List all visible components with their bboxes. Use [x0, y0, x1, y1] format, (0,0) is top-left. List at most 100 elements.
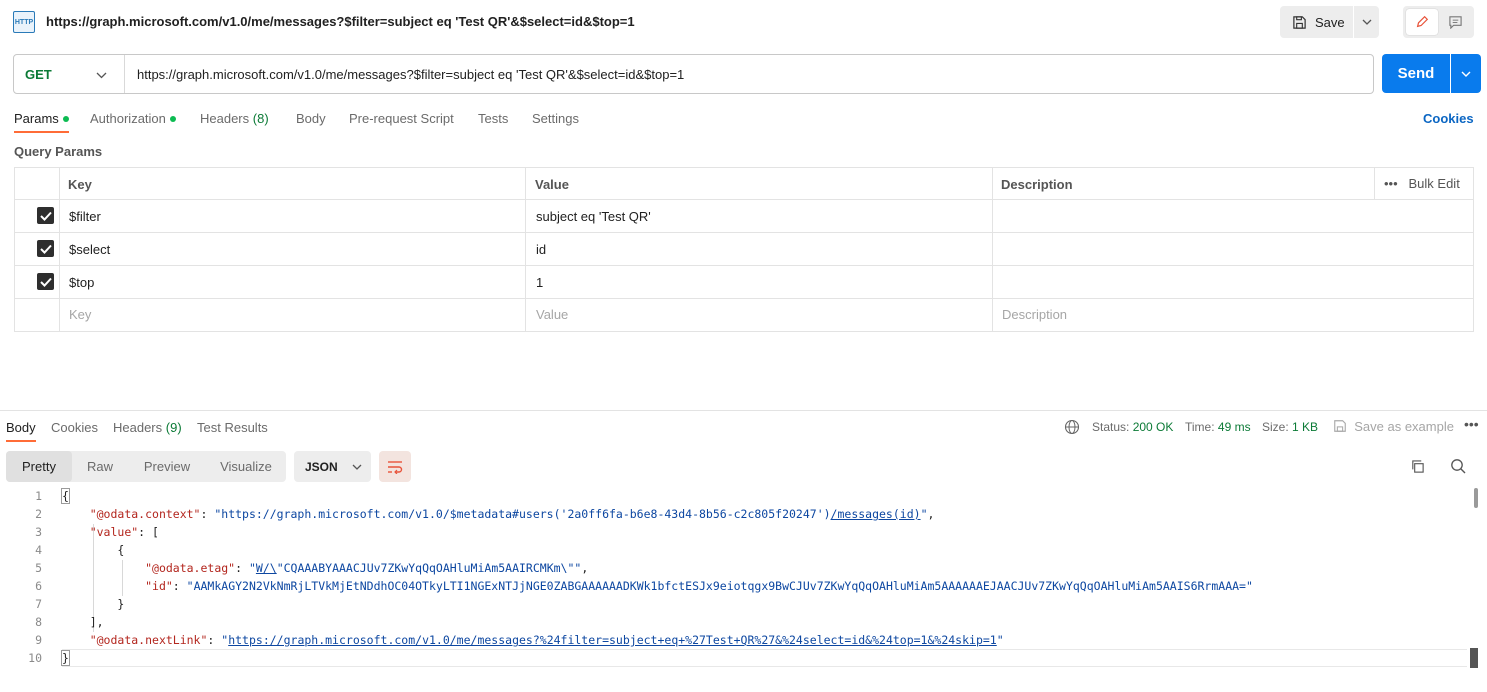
- save-as-example-button[interactable]: Save as example: [1333, 419, 1454, 434]
- size-indicator[interactable]: Size: 1 KB: [1262, 420, 1318, 434]
- save-button[interactable]: Save: [1280, 6, 1353, 38]
- format-selector[interactable]: JSON: [294, 451, 371, 482]
- response-tab-cookies[interactable]: Cookies: [51, 420, 98, 435]
- globe-icon[interactable]: [1064, 419, 1080, 438]
- new-param-description-input[interactable]: Description: [1002, 307, 1067, 322]
- chevron-down-icon[interactable]: [96, 67, 107, 82]
- scrollbar-thumb[interactable]: [1474, 488, 1478, 508]
- time-indicator[interactable]: Time: 49 ms: [1185, 420, 1251, 434]
- tab-settings[interactable]: Settings: [532, 111, 579, 126]
- comment-icon: [1448, 16, 1462, 29]
- json-string: "https://graph.microsoft.com/v1.0/$metad…: [214, 507, 831, 521]
- bulk-edit-button[interactable]: ••• Bulk Edit: [1384, 176, 1460, 191]
- tab-label: Params: [14, 111, 59, 126]
- row-divider: [14, 265, 1474, 266]
- chevron-down-icon: [1461, 71, 1471, 77]
- tab-label: Authorization: [90, 111, 166, 126]
- json-key: "@odata.nextLink": [89, 633, 208, 647]
- method-selector[interactable]: GET: [25, 67, 52, 82]
- code-text[interactable]: "@odata.nextLink": "https://graph.micros…: [62, 631, 1004, 649]
- status-value: 200 OK: [1132, 420, 1174, 434]
- json-key: "@odata.context": [89, 507, 201, 521]
- save-icon: [1293, 15, 1306, 29]
- checkmark-icon: [39, 244, 52, 254]
- response-tab-headers[interactable]: Headers (9): [113, 420, 182, 435]
- view-visualize-button[interactable]: Visualize: [206, 451, 286, 482]
- comments-button[interactable]: [1440, 9, 1470, 35]
- bulk-edit-label: Bulk Edit: [1408, 176, 1460, 191]
- more-options-icon[interactable]: •••: [1464, 416, 1479, 432]
- http-request-icon: HTTP: [13, 11, 35, 33]
- line-number: 6: [35, 579, 42, 593]
- headers-count: (9): [165, 420, 182, 435]
- param-checkbox[interactable]: [37, 273, 54, 290]
- more-options-icon: •••: [1384, 176, 1398, 191]
- request-title[interactable]: https://graph.microsoft.com/v1.0/me/mess…: [46, 14, 635, 29]
- param-checkbox[interactable]: [37, 240, 54, 257]
- tab-params[interactable]: Params: [14, 111, 69, 126]
- tab-headers[interactable]: Headers (8): [200, 111, 269, 126]
- query-params-title: Query Params: [14, 144, 103, 159]
- response-tab-test-results[interactable]: Test Results: [197, 420, 268, 435]
- code-text[interactable]: "id": "AAMkAGY2N2VkNmRjLTVkMjEtNDdhOC04O…: [62, 577, 1253, 595]
- checkmark-icon: [39, 211, 52, 221]
- line-number: 7: [35, 597, 42, 611]
- format-label: JSON: [305, 459, 338, 474]
- line-number: 1: [35, 489, 42, 503]
- tab-body[interactable]: Body: [296, 111, 326, 126]
- param-key[interactable]: $select: [69, 242, 110, 257]
- json-link[interactable]: https://graph.microsoft.com/v1.0/me/mess…: [228, 633, 997, 647]
- code-text[interactable]: {: [62, 541, 124, 559]
- param-value[interactable]: id: [536, 242, 546, 257]
- response-tab-body[interactable]: Body: [6, 420, 36, 435]
- param-key[interactable]: $top: [69, 275, 94, 290]
- json-string: ": [996, 633, 1004, 647]
- chevron-down-icon: [1362, 19, 1371, 25]
- wrap-lines-button[interactable]: [379, 451, 411, 482]
- param-value[interactable]: subject eq 'Test QR': [536, 209, 651, 224]
- send-options-button[interactable]: [1451, 54, 1481, 93]
- json-string: ": [920, 507, 928, 521]
- json-key: "@odata.etag": [145, 561, 236, 575]
- new-param-key-input[interactable]: Key: [69, 307, 91, 322]
- view-preview-button[interactable]: Preview: [128, 451, 206, 482]
- param-checkbox[interactable]: [37, 207, 54, 224]
- cookies-link[interactable]: Cookies: [1423, 111, 1474, 126]
- column-header-description: Description: [1001, 177, 1073, 192]
- bracket: {: [117, 543, 125, 557]
- tab-tests[interactable]: Tests: [478, 111, 508, 126]
- tab-authorization[interactable]: Authorization: [90, 111, 176, 126]
- status-indicator[interactable]: Status: 200 OK: [1092, 420, 1173, 434]
- code-text[interactable]: "value": [: [62, 523, 159, 541]
- new-param-value-input[interactable]: Value: [536, 307, 568, 322]
- json-link[interactable]: W/\: [256, 561, 277, 575]
- headers-count: (8): [252, 111, 269, 126]
- pane-divider[interactable]: [0, 410, 1487, 411]
- view-pretty-button[interactable]: Pretty: [6, 451, 72, 482]
- param-key[interactable]: $filter: [69, 209, 101, 224]
- code-text[interactable]: }: [61, 649, 70, 667]
- url-input[interactable]: https://graph.microsoft.com/v1.0/me/mess…: [137, 67, 684, 82]
- code-text[interactable]: }: [62, 595, 124, 613]
- bracket: {: [61, 488, 70, 504]
- status-label: Status:: [1092, 420, 1130, 434]
- status-dot: [62, 115, 69, 122]
- pencil-icon: [1416, 15, 1429, 28]
- tab-pre-request-script[interactable]: Pre-request Script: [349, 111, 454, 126]
- code-text[interactable]: ],: [62, 613, 104, 631]
- param-value[interactable]: 1: [536, 275, 543, 290]
- view-raw-button[interactable]: Raw: [72, 451, 128, 482]
- edit-mode-button[interactable]: [1406, 9, 1438, 35]
- json-link[interactable]: /messages(id): [831, 507, 921, 521]
- scrollbar-marker[interactable]: [1470, 648, 1478, 668]
- code-text[interactable]: "@odata.etag": "W/\"CQAAABYAAACJUv7ZKwYq…: [62, 559, 588, 577]
- copy-icon[interactable]: [1410, 459, 1425, 477]
- search-icon[interactable]: [1450, 458, 1466, 477]
- col-divider: [59, 167, 60, 332]
- column-header-value: Value: [535, 177, 569, 192]
- row-divider: [14, 199, 1474, 200]
- code-text[interactable]: {: [61, 487, 70, 505]
- save-options-button[interactable]: [1354, 6, 1379, 38]
- send-button[interactable]: Send: [1382, 54, 1450, 93]
- code-text[interactable]: "@odata.context": "https://graph.microso…: [62, 505, 935, 523]
